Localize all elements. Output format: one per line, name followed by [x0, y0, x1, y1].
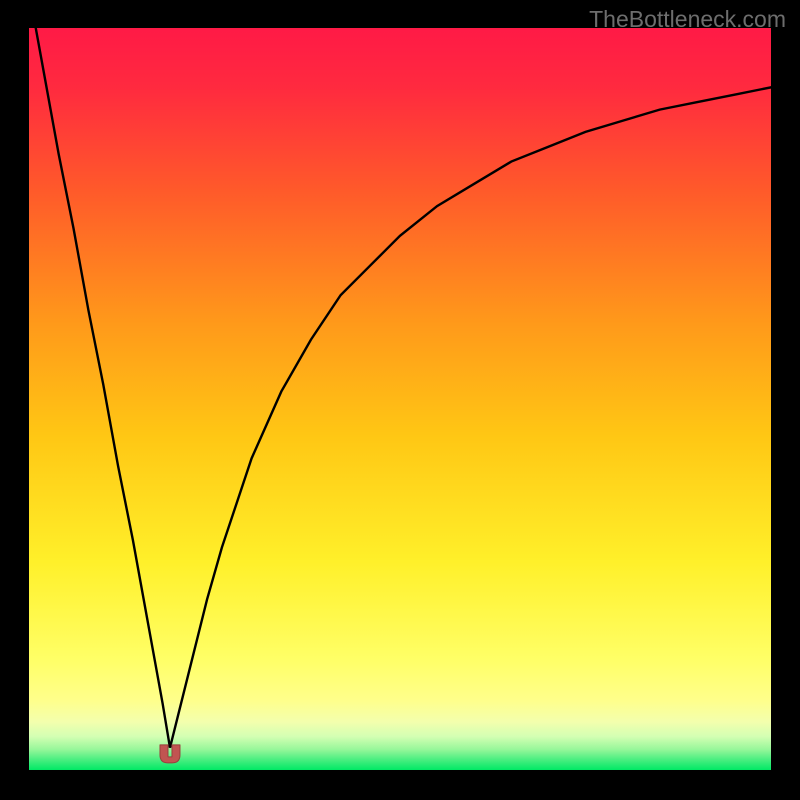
chart-frame: TheBottleneck.com [0, 0, 800, 800]
gradient-background [29, 28, 771, 770]
plot-area [29, 28, 771, 770]
watermark-text: TheBottleneck.com [589, 6, 786, 33]
plot-svg [29, 28, 771, 770]
